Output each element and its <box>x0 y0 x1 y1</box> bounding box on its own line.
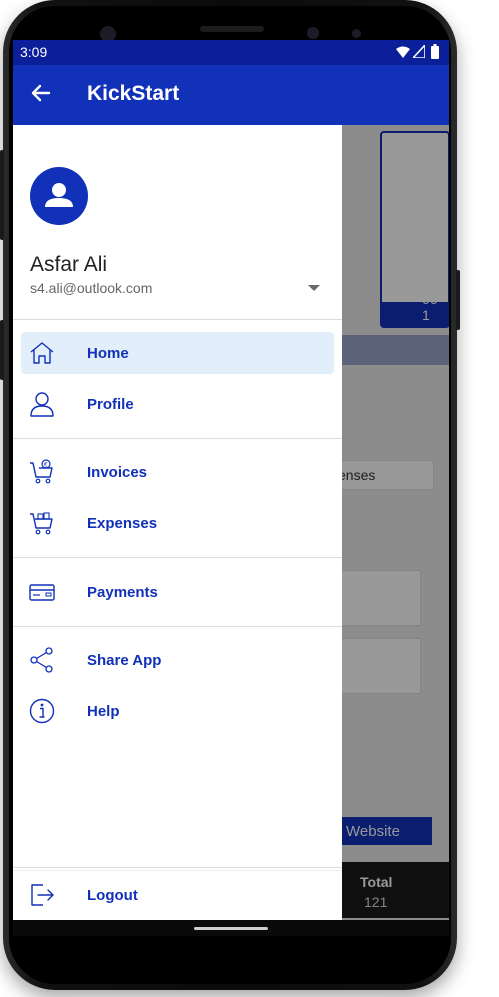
divider <box>13 626 342 627</box>
drawer-item-label: Home <box>87 345 129 362</box>
profile-icon <box>30 392 54 417</box>
phone-power-button <box>456 270 460 330</box>
system-navigation-bar <box>13 920 449 936</box>
drawer-item-profile[interactable]: Profile <box>21 383 334 425</box>
drawer-item-payments[interactable]: Payments <box>21 571 334 613</box>
drawer-item-label: Profile <box>87 396 134 413</box>
drawer-item-label: Expenses <box>87 515 158 532</box>
home-gesture-pill[interactable] <box>194 927 268 930</box>
card-icon <box>29 584 55 601</box>
drawer-item-expenses[interactable]: Expenses <box>21 502 334 544</box>
signal-icon <box>413 45 425 58</box>
screen: 3:09 KickStart 06-1 enses Website Total … <box>13 40 449 936</box>
drawer-item-share-app[interactable]: Share App <box>21 639 334 681</box>
earpiece-speaker <box>200 26 264 32</box>
divider <box>13 870 342 871</box>
divider <box>13 867 342 868</box>
drawer-item-label: Help <box>87 703 120 720</box>
account-dropdown-caret[interactable] <box>308 285 320 291</box>
logout-icon <box>31 884 54 906</box>
status-bar: 3:09 <box>13 40 449 65</box>
phone-side-button <box>0 320 4 380</box>
divider <box>13 438 342 439</box>
user-name: Asfar Ali <box>30 253 108 276</box>
divider <box>13 557 342 558</box>
battery-icon <box>431 44 439 59</box>
drawer-item-logout[interactable]: Logout <box>21 874 334 916</box>
drawer-item-label: Invoices <box>87 464 148 481</box>
avatar[interactable] <box>30 167 88 225</box>
wifi-icon <box>396 46 410 58</box>
drawer-item-label: Share App <box>87 652 162 669</box>
front-sensor <box>352 29 361 38</box>
app-bar: KickStart <box>13 65 449 125</box>
drawer-item-help[interactable]: Help <box>21 690 334 732</box>
front-camera <box>307 27 319 39</box>
back-arrow-icon[interactable] <box>31 83 51 103</box>
status-time: 3:09 <box>20 44 48 60</box>
drawer-item-home[interactable]: Home <box>21 332 334 374</box>
app-title: KickStart <box>87 82 180 105</box>
phone-side-button <box>0 150 4 240</box>
drawer-item-label: Logout <box>87 887 138 904</box>
share-icon <box>30 647 53 673</box>
svg-text:€: € <box>44 462 48 469</box>
divider <box>13 319 342 320</box>
drawer-item-label: Payments <box>87 584 158 601</box>
navigation-drawer: Asfar Ali s4.ali@outlook.com Home Profil… <box>13 125 342 920</box>
expenses-cart-icon <box>30 512 53 535</box>
invoices-cart-icon: € <box>30 459 53 484</box>
info-icon <box>29 698 55 724</box>
drawer-item-invoices[interactable]: € Invoices <box>21 451 334 493</box>
user-email: s4.ali@outlook.com <box>30 280 153 296</box>
user-icon <box>45 183 73 207</box>
home-icon <box>30 342 54 364</box>
